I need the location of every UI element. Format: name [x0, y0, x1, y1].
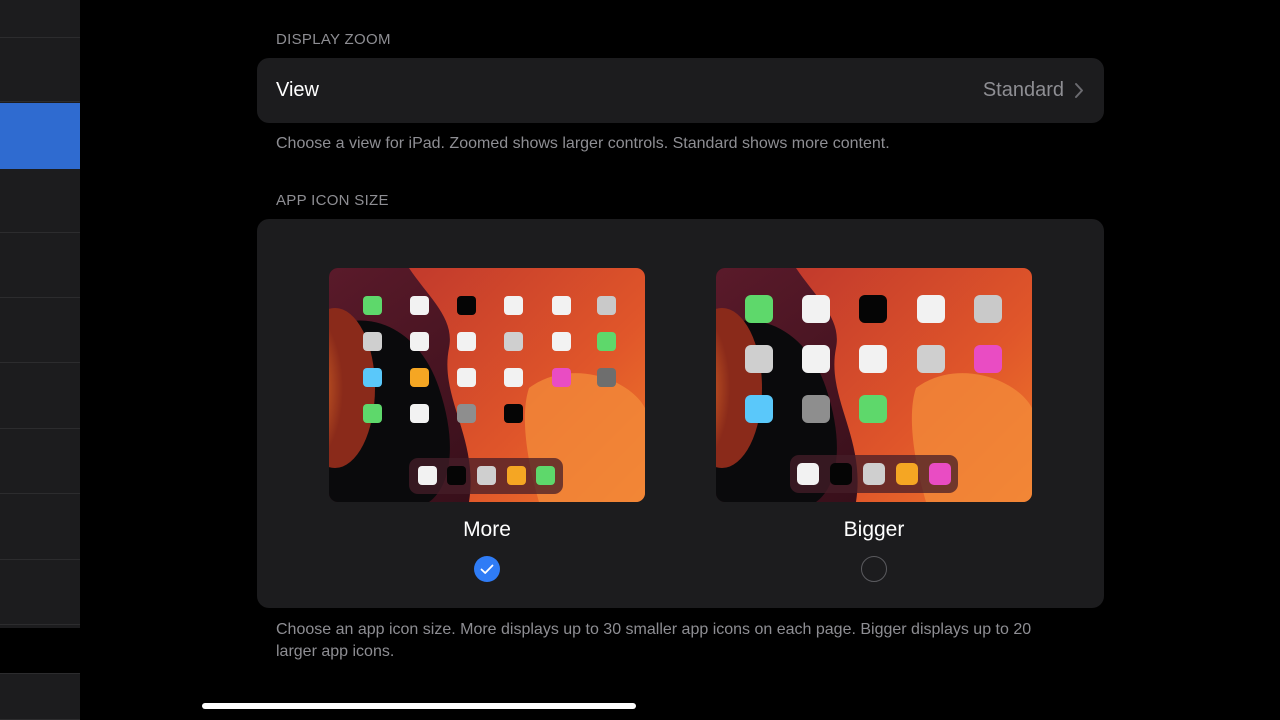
dock-app-icon	[536, 466, 555, 485]
dock-app-icon	[507, 466, 526, 485]
view-row[interactable]: View Standard	[257, 58, 1104, 123]
app-icon	[410, 296, 429, 315]
app-icon	[552, 368, 571, 387]
app-icon	[457, 332, 476, 351]
app-icon-size-footnote: Choose an app icon size. More displays u…	[276, 619, 1096, 663]
app-icon	[410, 368, 429, 387]
app-icon	[974, 295, 1002, 323]
more-preview[interactable]	[329, 268, 645, 502]
option-bigger-label: Bigger	[843, 518, 905, 541]
app-icon	[552, 332, 571, 351]
checkmark-icon	[480, 564, 494, 574]
app-icon	[363, 404, 382, 423]
sidebar-item[interactable]	[0, 365, 80, 429]
view-value-wrap: Standard	[983, 79, 1084, 102]
app-icon	[859, 295, 887, 323]
app-icon	[597, 332, 616, 351]
dock-app-icon	[896, 463, 918, 485]
dock-app-icon	[797, 463, 819, 485]
display-zoom-group: View Standard	[257, 58, 1104, 123]
view-value: Standard	[982, 79, 1064, 101]
app-icon	[802, 345, 830, 373]
app-icon	[802, 395, 830, 423]
app-icon	[552, 296, 571, 315]
sidebar-item[interactable]	[0, 0, 80, 38]
app-icon	[457, 296, 476, 315]
app-icon-size-group: More Bigger	[257, 219, 1104, 608]
app-icon	[504, 332, 523, 351]
app-icon	[410, 332, 429, 351]
sidebar-item[interactable]	[0, 430, 80, 494]
dock-app-icon	[477, 466, 496, 485]
option-bigger[interactable]: Bigger	[716, 268, 1032, 582]
view-label: View	[276, 79, 319, 101]
display-zoom-footnote: Choose a view for iPad. Zoomed shows lar…	[276, 135, 890, 152]
sidebar-item[interactable]	[0, 234, 80, 298]
option-more-radio[interactable]	[474, 556, 500, 582]
app-icon	[597, 368, 616, 387]
bigger-preview[interactable]	[716, 268, 1032, 502]
app-icon-size-header: APP ICON SIZE	[276, 192, 389, 209]
app-icon	[974, 345, 1002, 373]
app-icon	[745, 395, 773, 423]
dock-app-icon	[447, 466, 466, 485]
option-bigger-radio[interactable]	[861, 556, 887, 582]
sidebar-item-display-brightness[interactable]	[0, 103, 80, 169]
option-more-label: More	[463, 518, 511, 541]
sidebar-gap	[0, 628, 80, 673]
chevron-right-icon	[1075, 83, 1083, 98]
app-icon	[363, 368, 382, 387]
app-icon	[363, 296, 382, 315]
sidebar-item[interactable]	[0, 673, 80, 720]
dock-app-icon	[929, 463, 951, 485]
sidebar-item[interactable]	[0, 496, 80, 560]
option-more[interactable]: More	[329, 268, 645, 582]
app-icon	[410, 404, 429, 423]
app-icon	[504, 296, 523, 315]
sidebar-item[interactable]	[0, 38, 80, 102]
app-icon	[457, 404, 476, 423]
app-icon	[917, 295, 945, 323]
sidebar-item[interactable]	[0, 561, 80, 625]
sidebar-item[interactable]	[0, 299, 80, 363]
sidebar-item[interactable]	[0, 169, 80, 233]
app-icon-size-footnote-line2: larger app icons.	[276, 643, 395, 660]
app-icon	[363, 332, 382, 351]
app-icon-size-footnote-line1: Choose an app icon size. More displays u…	[276, 621, 1032, 638]
sidebar	[0, 0, 80, 720]
app-icon	[745, 295, 773, 323]
dock-app-icon	[863, 463, 885, 485]
app-icon	[504, 368, 523, 387]
app-icon	[802, 295, 830, 323]
dock-app-icon	[830, 463, 852, 485]
app-icon	[859, 345, 887, 373]
dock-app-icon	[418, 466, 437, 485]
app-icon	[745, 345, 773, 373]
app-icon	[859, 395, 887, 423]
app-icon	[597, 296, 616, 315]
app-icon	[457, 368, 476, 387]
home-indicator[interactable]	[202, 703, 636, 709]
app-icon	[504, 404, 523, 423]
app-icon	[917, 345, 945, 373]
display-zoom-header: DISPLAY ZOOM	[276, 31, 391, 48]
